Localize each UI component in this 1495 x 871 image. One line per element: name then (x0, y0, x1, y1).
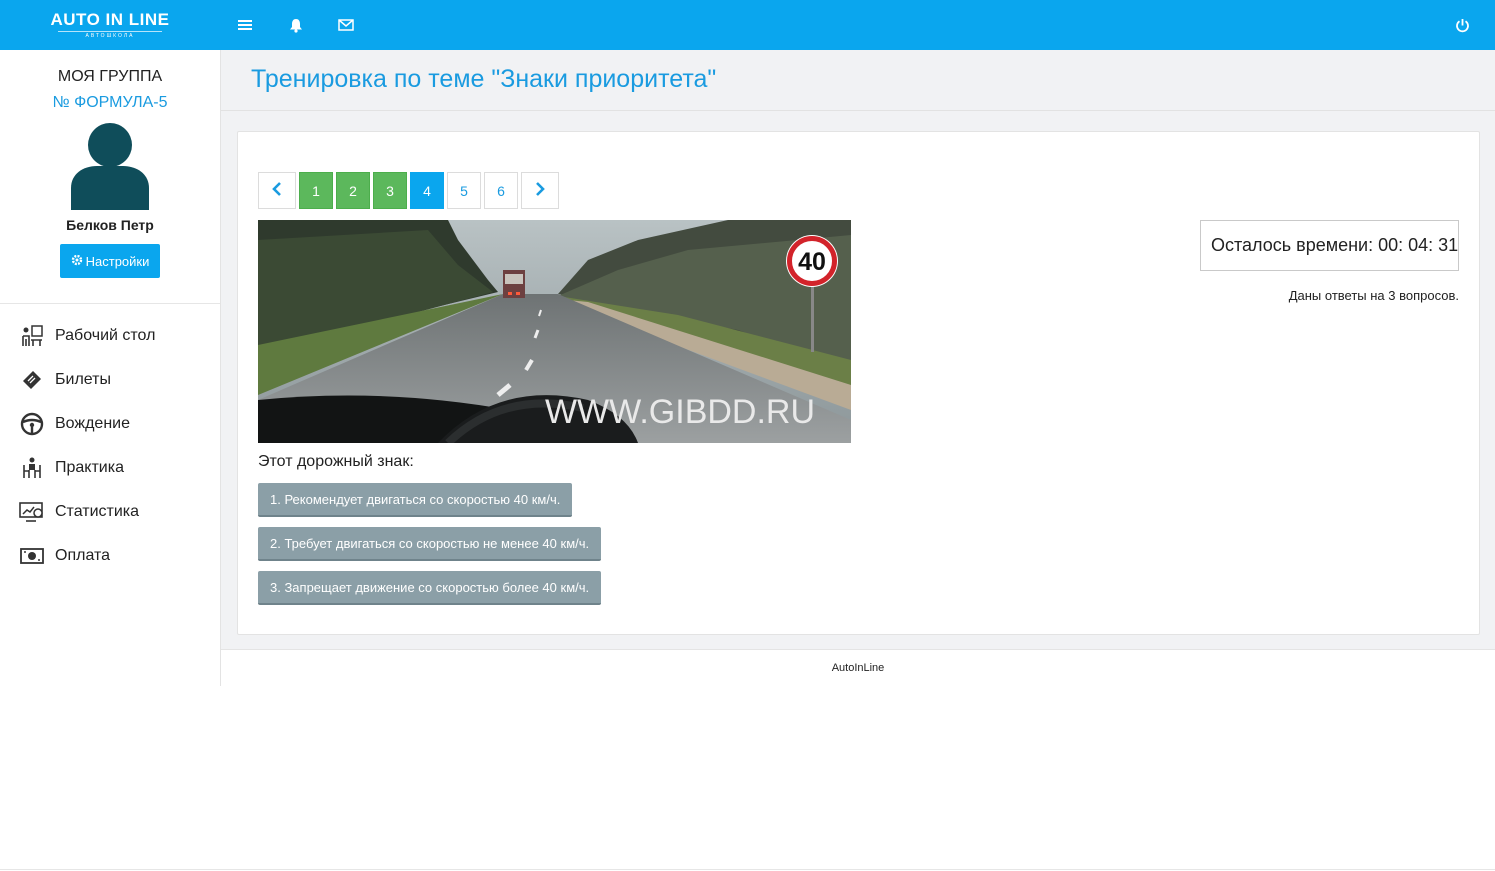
page-button-6[interactable]: 6 (484, 172, 518, 209)
time-remaining: Осталось времени: 00: 04: 31 (1200, 220, 1459, 271)
user-name: Белков Петр (66, 217, 154, 233)
answer-option-3[interactable]: 3. Запрещает движение со скоростью более… (258, 571, 602, 605)
sidebar-item-label: Билеты (55, 371, 111, 388)
sidebar-nav: Рабочий стол Билеты Вождение Практика Ст… (0, 314, 220, 578)
page-button-3[interactable]: 3 (373, 172, 407, 209)
sign-value: 40 (798, 248, 826, 276)
gear-icon (71, 254, 83, 269)
question-text: Этот дорожный знак: (258, 453, 414, 470)
answer-option-2[interactable]: 2. Требует двигаться со скоростью не мен… (258, 527, 602, 561)
mail-icon[interactable] (336, 15, 356, 35)
sidebar-item-driving[interactable]: Вождение (0, 402, 220, 446)
answered-count: Даны ответы на 3 вопросов. (1288, 288, 1459, 303)
sidebar-divider (0, 303, 220, 304)
answer-option-1[interactable]: 1. Рекомендует двигаться со скоростью 40… (258, 483, 573, 517)
prev-page-button[interactable] (258, 172, 296, 209)
page-title: Тренировка по теме "Знаки приоритета" (251, 65, 717, 93)
power-icon[interactable] (1452, 15, 1472, 35)
sidebar-item-tickets[interactable]: Билеты (0, 358, 220, 402)
settings-button[interactable]: Настройки (60, 244, 160, 278)
brand-logo[interactable]: AUTO IN LINE АВТОШКОЛА (50, 10, 170, 39)
group-name[interactable]: № ФОРМУЛА-5 (0, 94, 220, 112)
chevron-right-icon (535, 182, 545, 199)
sidebar-item-label: Рабочий стол (55, 327, 156, 344)
brand-name: AUTO IN LINE (50, 10, 170, 29)
avatar (69, 122, 151, 210)
page-button-4[interactable]: 4 (410, 172, 444, 209)
settings-label: Настройки (85, 253, 150, 269)
footer: AutoInLine (221, 649, 1495, 686)
question-card: 1 2 3 4 5 6 40 WWW.GIBDD.RU Этот дорожны… (237, 131, 1480, 635)
desk-icon (19, 323, 45, 349)
ticket-icon (19, 367, 45, 393)
page-button-5[interactable]: 5 (447, 172, 481, 209)
sidebar-item-payment[interactable]: Оплата (0, 534, 220, 578)
menu-icon[interactable] (235, 15, 255, 35)
sidebar-item-label: Оплата (55, 547, 111, 564)
bell-icon[interactable] (286, 15, 306, 35)
question-image: 40 WWW.GIBDD.RU (258, 220, 851, 443)
next-page-button[interactable] (521, 172, 559, 209)
bottom-divider (0, 869, 1495, 870)
brand-subtitle: АВТОШКОЛА (58, 31, 162, 39)
footer-text: AutoInLine (831, 662, 885, 674)
top-bar: AUTO IN LINE АВТОШКОЛА (0, 0, 1495, 50)
sidebar-item-label: Вождение (55, 415, 130, 432)
payment-icon (19, 543, 45, 569)
sidebar-item-desk[interactable]: Рабочий стол (0, 314, 220, 358)
sidebar-item-label: Статистика (55, 503, 140, 520)
chevron-left-icon (272, 182, 282, 199)
statistics-icon (19, 499, 45, 525)
steering-wheel-icon (19, 411, 45, 437)
practice-icon (19, 455, 45, 481)
group-title: МОЯ ГРУППА (57, 68, 163, 85)
sidebar-item-statistics[interactable]: Статистика (0, 490, 220, 534)
page-header: Тренировка по теме "Знаки приоритета" (221, 50, 1495, 111)
question-pager: 1 2 3 4 5 6 (258, 172, 559, 209)
timer-label: Осталось времени: (1211, 235, 1374, 255)
image-watermark: WWW.GIBDD.RU (545, 393, 815, 431)
page-button-1[interactable]: 1 (299, 172, 333, 209)
sidebar: МОЯ ГРУППА № ФОРМУЛА-5 Белков Петр Настр… (0, 50, 221, 686)
sidebar-item-practice[interactable]: Практика (0, 446, 220, 490)
sidebar-item-label: Практика (55, 459, 124, 476)
timer-value: 00: 04: 31 (1378, 235, 1459, 255)
page-button-2[interactable]: 2 (336, 172, 370, 209)
